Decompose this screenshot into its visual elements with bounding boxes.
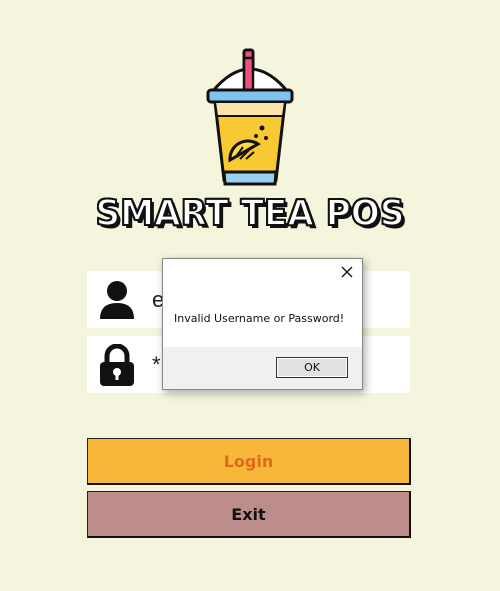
error-dialog: Invalid Username or Password! OK — [162, 258, 363, 390]
lock-icon — [100, 344, 134, 386]
login-button[interactable]: Login — [87, 438, 411, 485]
bubble-tea-cup-icon — [206, 48, 294, 186]
user-icon — [100, 281, 134, 319]
ok-button[interactable]: OK — [276, 357, 348, 378]
dialog-footer: OK — [163, 347, 362, 389]
app-title: SMART TEA POS — [95, 192, 406, 235]
exit-button[interactable]: Exit — [87, 491, 411, 538]
close-icon[interactable] — [340, 265, 354, 279]
dialog-message: Invalid Username or Password! — [174, 312, 345, 325]
password-input[interactable]: * — [152, 352, 161, 378]
